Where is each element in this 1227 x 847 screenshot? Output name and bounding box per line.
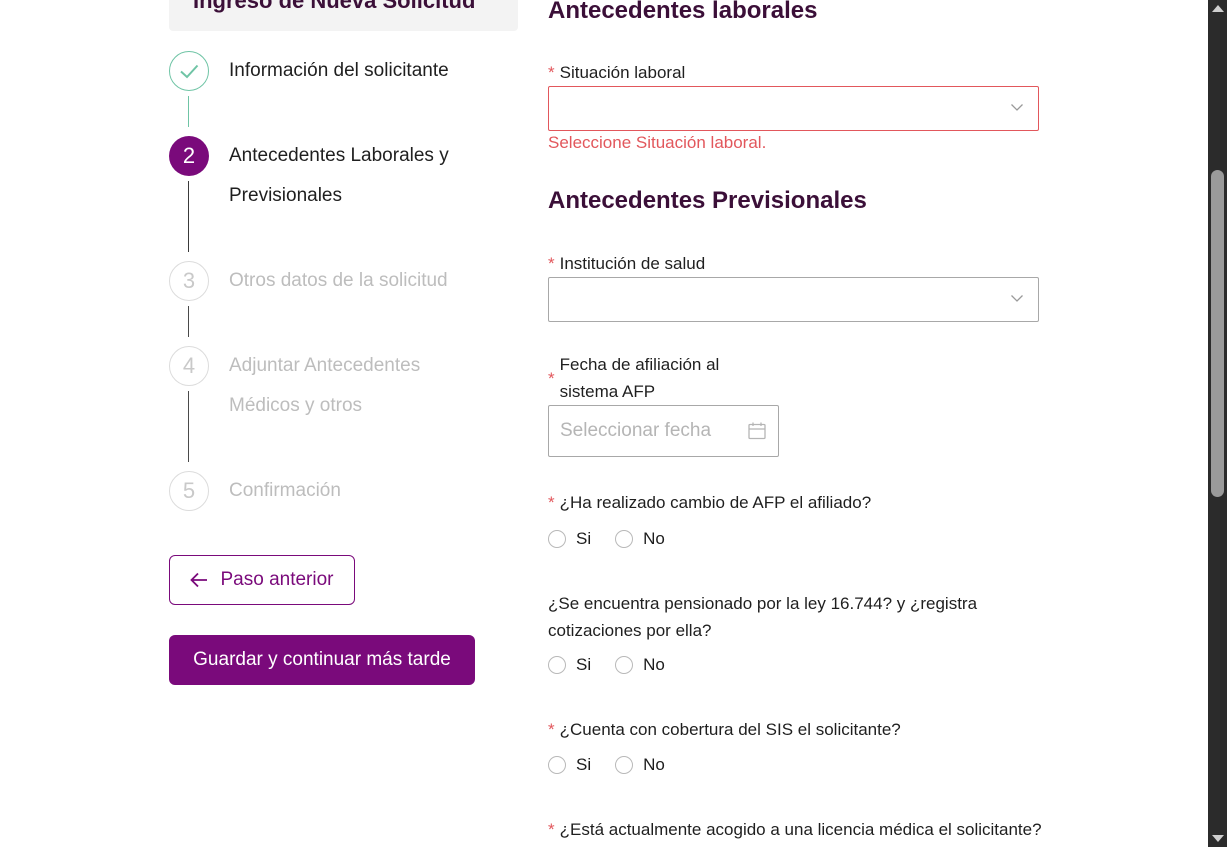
page: Ingreso de Nueva Solicitud Información d…: [0, 0, 1208, 847]
save-continue-later-button[interactable]: Guardar y continuar más tarde: [169, 635, 475, 685]
cambio-afp-question: * ¿Ha realizado cambio de AFP el afiliado…: [548, 493, 872, 512]
required-marker: *: [548, 493, 555, 512]
previous-step-label: Paso anterior: [220, 569, 334, 590]
sis-question: * ¿Cuenta con cobertura del SIS el solici…: [548, 720, 901, 739]
fecha-afiliacion-label: * Fecha de afiliación al sistema AFP: [548, 351, 719, 405]
date-placeholder: Seleccionar fecha: [560, 420, 712, 441]
fecha-afiliacion-date-picker[interactable]: Seleccionar fecha: [548, 405, 779, 457]
step-connector: [188, 96, 189, 127]
step-2-label: Antecedentes Laborales y Previsionales: [229, 145, 449, 206]
cambio-afp-radio-group: Si No: [548, 529, 689, 549]
situacion-error-message: Seleccione Situación laboral.: [548, 133, 767, 152]
situacion-label: * Situación laboral: [548, 63, 686, 82]
check-icon: [180, 64, 199, 79]
situacion-laboral-select[interactable]: [548, 86, 1039, 131]
required-marker: *: [548, 368, 555, 388]
radio-button[interactable]: [615, 530, 634, 548]
laborales-section-title: Antecedentes laborales: [548, 0, 818, 24]
pensionado-radio-group: Si No: [548, 655, 689, 675]
step-1-label: Información del solicitante: [229, 60, 449, 81]
sis-yes-option[interactable]: Si: [548, 755, 591, 775]
step-connector: [188, 391, 189, 462]
pensionado-question: ¿Se encuentra pensionado por la ley 16.7…: [548, 594, 978, 640]
licencia-question: * ¿Está actualmente acogido a una licenci…: [548, 820, 1042, 839]
sis-radio-group: Si No: [548, 755, 689, 775]
step-3-circle: 3: [169, 261, 209, 301]
pensionado-yes-option[interactable]: Si: [548, 655, 591, 675]
step-connector: [188, 181, 189, 252]
step-1-circle: [169, 51, 209, 91]
institucion-salud-select[interactable]: [548, 277, 1039, 322]
radio-button[interactable]: [548, 756, 566, 774]
chevron-down-icon: [1011, 104, 1023, 111]
step-5-label: Confirmación: [229, 480, 341, 501]
step-2-circle: 2: [169, 136, 209, 176]
arrow-left-icon: [190, 572, 208, 588]
fecha-label-line-1: Fecha de afiliación al: [559, 355, 720, 374]
step-3-label: Otros datos de la solicitud: [229, 270, 448, 291]
radio-button[interactable]: [548, 656, 566, 674]
salud-label: * Institución de salud: [548, 254, 706, 273]
scrollbar-thumb[interactable]: [1211, 170, 1224, 497]
vertical-scrollbar[interactable]: [1208, 0, 1227, 847]
page-title: Ingreso de Nueva Solicitud: [193, 0, 476, 13]
required-marker: *: [548, 720, 555, 739]
scroll-down-arrow-icon[interactable]: [1212, 835, 1224, 842]
step-4-label: Adjuntar Antecedentes Médicos y otros: [229, 355, 421, 416]
pensionado-no-option[interactable]: No: [615, 655, 665, 675]
scroll-up-arrow-icon[interactable]: [1212, 5, 1224, 12]
calendar-icon: [748, 422, 766, 440]
sis-no-option[interactable]: No: [615, 755, 665, 775]
cambio-afp-no-option[interactable]: No: [615, 529, 665, 549]
page-header: Ingreso de Nueva Solicitud: [169, 0, 518, 31]
step-5-circle: 5: [169, 471, 209, 511]
step-4-circle: 4: [169, 346, 209, 386]
step-connector: [188, 306, 189, 337]
previsionales-section-title: Antecedentes Previsionales: [548, 187, 867, 214]
chevron-down-icon: [1011, 295, 1023, 302]
required-marker: *: [548, 820, 555, 839]
radio-button[interactable]: [615, 756, 634, 774]
radio-button[interactable]: [615, 656, 634, 674]
required-marker: *: [548, 63, 555, 82]
fecha-label-line-2: sistema AFP: [559, 382, 656, 401]
previous-step-button[interactable]: Paso anterior: [169, 555, 355, 605]
cambio-afp-yes-option[interactable]: Si: [548, 529, 591, 549]
required-marker: *: [548, 254, 555, 273]
radio-button[interactable]: [548, 530, 566, 548]
